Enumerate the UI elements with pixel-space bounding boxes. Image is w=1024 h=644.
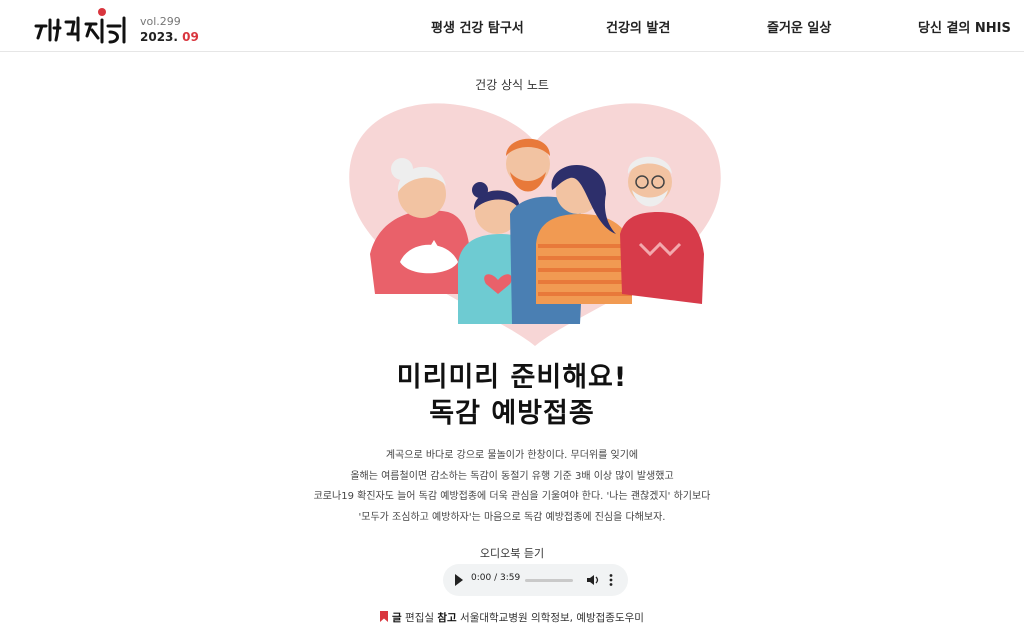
play-icon[interactable] [455,574,463,586]
article-category: 건강 상식 노트 [475,78,549,92]
article-credits: 글 편집실 참고 서울대학교병원 의학정보, 예방접종도우미 [0,610,1024,625]
credits-writer: 편집실 [405,612,435,624]
article-title-line1: 미리미리 준비해요! [396,362,628,393]
article-title-line2: 독감 예방접종 [429,398,595,429]
intro-line: 코로나19 확진자도 늘어 독감 예방접종에 더욱 관심을 기울여야 한다. '… [313,491,711,502]
nav-item-health-discovery[interactable]: 건강의 발견 [606,17,670,36]
intro-line: '모두가 조심하고 예방하자'는 마음으로 독감 예방접종에 진심을 다해보자. [358,511,666,523]
volume-icon[interactable] [586,573,600,587]
audio-player: 0:00 / 3:59 [443,564,628,596]
intro-line: 계곡으로 바다로 강으로 물놀이가 한창이다. 무더위를 잊기에 [385,450,639,461]
intro-line: 올해는 여름철이면 감소하는 독감이 동절기 유행 기준 3배 이상 많이 발생… [350,470,674,482]
article-title: 미리미리 준비해요! 독감 예방접종 [0,360,1024,432]
bookmark-icon [380,611,389,622]
audio-seek-bar[interactable] [525,579,573,582]
nav-item-lifelong-health[interactable]: 평생 건강 탐구서 [431,17,524,36]
audio-time: 0:00 / 3:59 [471,573,521,583]
family-heart-illustration [349,103,721,346]
credits-ref: 서울대학교병원 의학정보, 예방접종도우미 [460,612,644,624]
article-intro: 계곡으로 바다로 강으로 물놀이가 한창이다. 무더위를 잊기에 올해는 여름철… [0,446,1024,528]
more-options-icon[interactable] [608,573,614,587]
nav-item-nhis[interactable]: 당신 곁의 NHIS [918,17,1011,36]
nav-item-joyful-daily[interactable]: 즐거운 일상 [767,17,831,36]
credits-writer-label: 글 [392,612,402,624]
site-header: vol.299 2023. 09 평생 건강 탐구서 건강의 발견 즐거운 일상… [0,0,1024,52]
main-nav: 평생 건강 탐구서 건강의 발견 즐거운 일상 당신 곁의 NHIS [0,0,1024,52]
credits-ref-label: 참고 [437,612,457,624]
audiobook-label: 오디오북 듣기 [479,547,545,560]
